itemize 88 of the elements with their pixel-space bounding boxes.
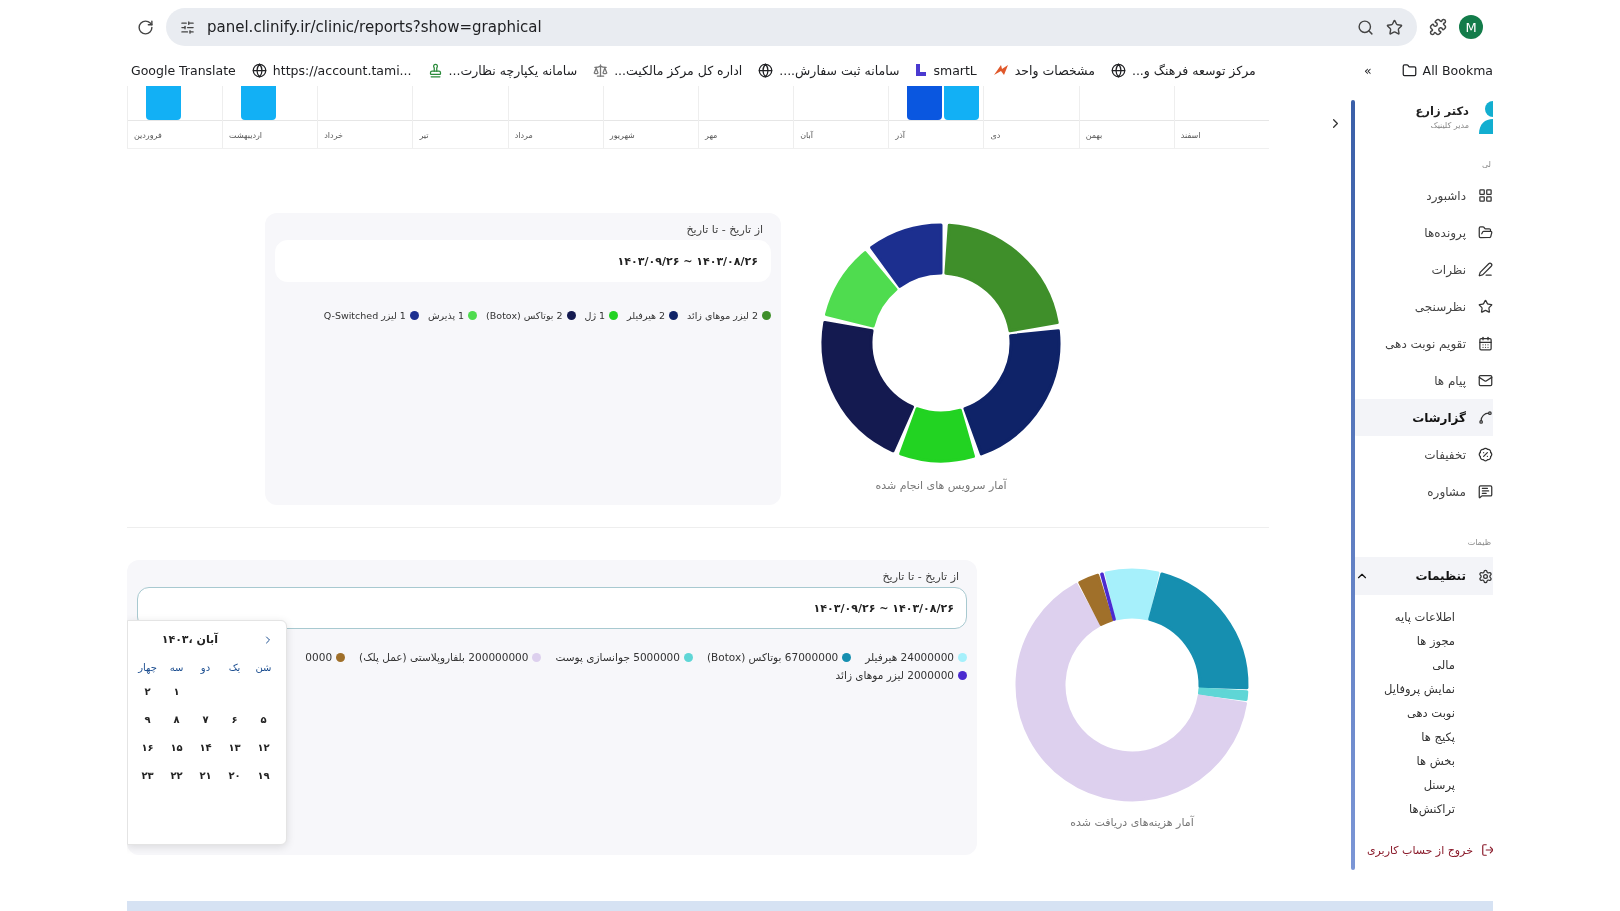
calendar-day[interactable]: ۱۶ <box>133 739 162 757</box>
date-range-label: از تاریخ - تا تاریخ <box>685 223 764 238</box>
nav-item[interactable]: مشاوره <box>1351 473 1493 510</box>
month-label: مرداد <box>514 131 533 140</box>
nav-item[interactable]: پیام ها <box>1351 362 1493 399</box>
calendar-day[interactable]: ۹ <box>133 711 162 729</box>
weekday-label: شن <box>254 662 273 673</box>
more-bookmarks[interactable]: » <box>1363 62 1372 78</box>
bookmark-item[interactable]: https://account.tami... <box>272 62 412 78</box>
bookmark-item[interactable]: Google Translate <box>131 62 236 78</box>
date-range-label: از تاریخ - تا تاریخ <box>881 570 960 585</box>
legend-item: 2 لیزر موهای زائد <box>687 310 771 321</box>
submenu-item[interactable]: نمایش پروفایل <box>1384 677 1455 701</box>
calendar-day[interactable]: ۱ <box>162 683 191 701</box>
legend-item: 67000000 بوتاکس (Botox) <box>707 651 852 663</box>
calendar-day[interactable]: ۲۲ <box>162 767 191 785</box>
month-label: اردیبهشت <box>229 131 263 140</box>
logout-link[interactable]: خروج از حساب کاربری <box>1366 843 1493 857</box>
user-role: مدیر کلینیک <box>1429 121 1469 130</box>
calendar-day[interactable]: ۸ <box>162 711 191 729</box>
month-label: اسفند <box>1180 131 1201 140</box>
legend-item: 200000000 بلفاروپلاستی (عمل پلک) <box>359 651 542 663</box>
calendar-day[interactable]: ۶ <box>220 711 249 729</box>
bookmark-item[interactable]: smartL <box>933 62 977 78</box>
user-name: دکتر زارع <box>1415 104 1469 118</box>
bookmark-item[interactable]: اداره کل مرکز مالکیت... <box>614 62 743 78</box>
date-range-field[interactable]: ۱۴۰۳/۰۸/۲۶ ~ ۱۴۰۳/۰۹/۲۶ <box>275 240 771 282</box>
legend-item: 24000000 هیرفیلر <box>865 651 967 663</box>
calendar-day[interactable]: ۱۳ <box>220 739 249 757</box>
submenu-item[interactable]: نوبت دهی <box>1406 701 1455 725</box>
calendar-day[interactable]: ۵ <box>249 711 278 729</box>
legend-item: 1 لیزر Q-Switched <box>323 310 419 321</box>
month-label: شهریور <box>609 131 635 140</box>
calendar-day[interactable]: ۱۹ <box>249 767 278 785</box>
section-label: ظیمات <box>1467 538 1491 547</box>
month-label: فروردین <box>133 131 162 140</box>
calendar-month: آبان ،۱۴۰۳ <box>161 633 218 646</box>
month-label: دی <box>990 131 1001 140</box>
chart-caption: آمار هزینه‌های دریافت شده <box>1070 816 1194 829</box>
weekday-label: دو <box>199 662 212 673</box>
calendar-day[interactable]: ۱۵ <box>162 739 191 757</box>
address-bar[interactable]: panel.clinify.ir/clinic/reports?show=graphical <box>166 8 1417 46</box>
calendar-day[interactable]: ۷ <box>191 711 220 729</box>
bookmark-item[interactable]: مرکز توسعه فرهنگ و... <box>1131 62 1256 78</box>
legend-item: 0000 <box>305 651 346 663</box>
nav-item[interactable]: تخفیفات <box>1351 436 1493 473</box>
bookmark-item[interactable]: سامانه ثبت سفارش.... <box>779 62 900 78</box>
nav-item[interactable]: پرونده‌ها <box>1351 214 1493 251</box>
bookmark-item[interactable]: سامانه یکپارچه نظارت... <box>448 62 578 78</box>
weekday-label: یک <box>227 662 242 673</box>
month-label: خرداد <box>324 131 343 140</box>
submenu-item[interactable]: تراکنش‌ها <box>1409 797 1455 821</box>
weekday-label: سه <box>168 662 185 673</box>
submenu-item[interactable]: پکیج ها <box>1421 725 1455 749</box>
calendar-day[interactable]: ۲۱ <box>191 767 220 785</box>
submenu-item[interactable]: بخش ها <box>1416 749 1455 773</box>
legend-item: 1 پذیرش <box>427 310 478 321</box>
bookmark-item[interactable]: مشخصات واحد <box>1014 62 1095 78</box>
submenu-item[interactable]: اطلاعات پایه <box>1394 605 1455 629</box>
chart-caption: آمار سرویس های انجام شده <box>875 479 1007 492</box>
calendar-day[interactable]: ۲۳ <box>133 767 162 785</box>
calendar-day[interactable]: ۱۴ <box>191 739 220 757</box>
legend-item: 2 بوتاکس (Botox) <box>486 310 576 321</box>
url-text: panel.clinify.ir/clinic/reports?show=graphical <box>207 18 543 36</box>
legend-item: 1 ژل <box>584 310 619 321</box>
legend-item: 5000000 جوانسازی پوست <box>555 651 693 663</box>
nav-item[interactable]: نظرسنجی <box>1351 288 1493 325</box>
submenu-item[interactable]: مجوز ها <box>1416 629 1455 653</box>
calendar-day[interactable]: ۱۲ <box>249 739 278 757</box>
profile-avatar[interactable]: M <box>1459 15 1483 39</box>
month-label: آبان <box>800 131 813 140</box>
calendar-day[interactable]: ۲۰ <box>220 767 249 785</box>
month-label: بهمن <box>1085 131 1103 140</box>
weekday-label: چهار <box>136 662 158 673</box>
section-label: لی <box>1481 160 1491 169</box>
legend-item: 2000000 لیزر موهای زائد <box>835 669 967 681</box>
month-label: تیر <box>419 131 429 140</box>
nav-item[interactable]: تقویم نوبت دهی <box>1351 325 1493 362</box>
month-label: آذر <box>895 131 905 140</box>
nav-item[interactable]: نظرات <box>1351 251 1493 288</box>
calendar-day[interactable]: ۲ <box>133 683 162 701</box>
all-bookmarks[interactable]: All Bookma <box>1422 62 1493 78</box>
legend-item: 2 هیرفیلر <box>627 310 679 321</box>
submenu-item[interactable]: مالی <box>1432 653 1455 677</box>
submenu-item[interactable]: پرسنل <box>1423 773 1455 797</box>
date-range-field[interactable]: ۱۴۰۳/۰۸/۲۶ ~ ۱۴۰۳/۰۹/۲۶ <box>137 587 967 629</box>
month-label: مهر <box>704 131 718 140</box>
nav-item[interactable]: داشبورد <box>1351 177 1493 214</box>
